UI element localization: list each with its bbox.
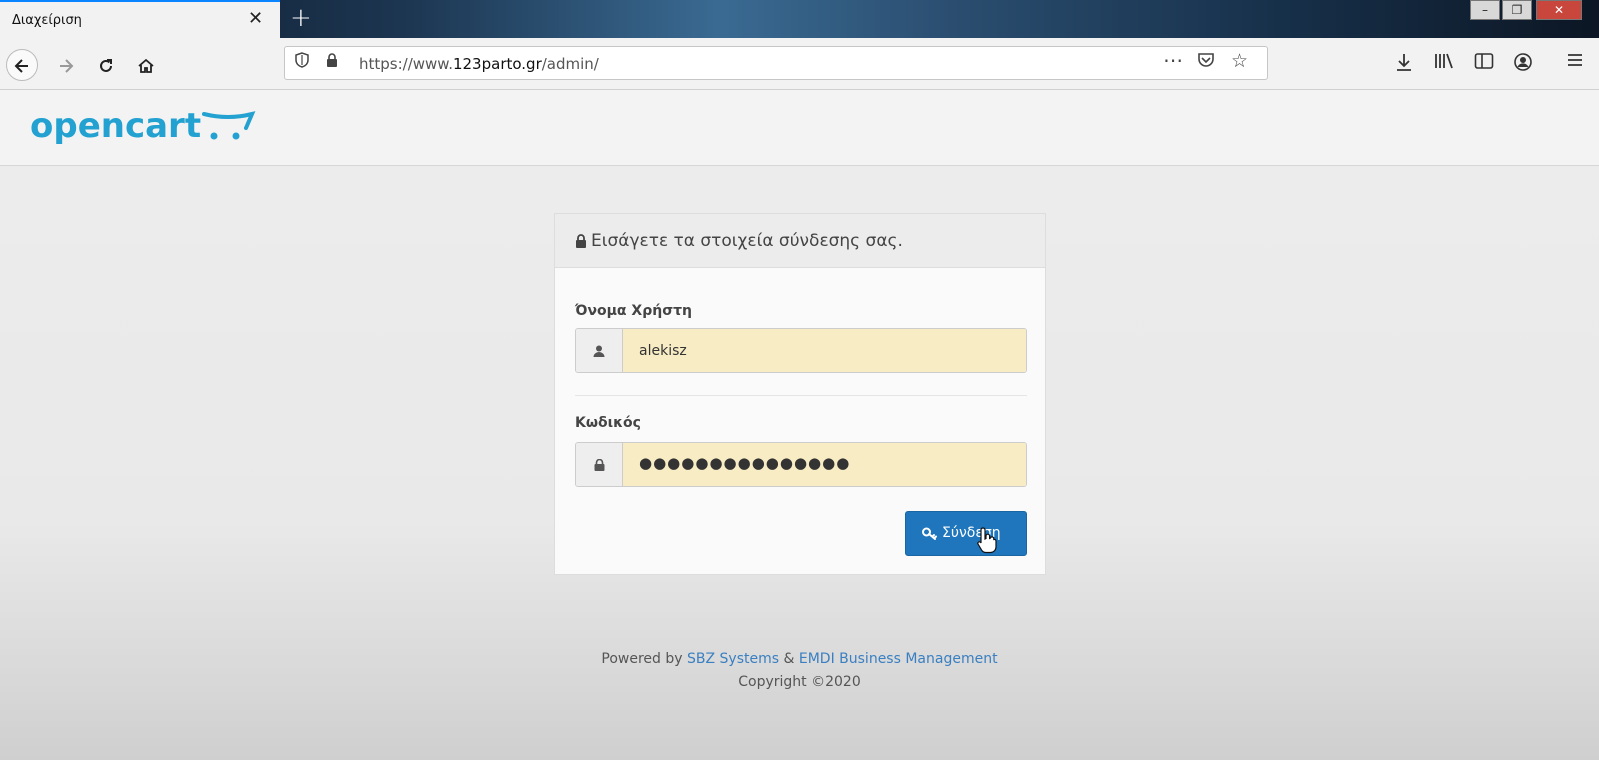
page-header: opencart (0, 90, 1599, 166)
back-arrow-icon (14, 58, 28, 73)
back-button[interactable] (6, 49, 38, 81)
tab-close-icon[interactable]: ✕ (248, 9, 263, 29)
password-addon (576, 443, 623, 486)
more-icon[interactable]: ⋯ (1163, 49, 1183, 71)
pocket-icon[interactable] (1197, 52, 1215, 74)
url-path: /admin/ (541, 55, 599, 73)
reload-icon (100, 58, 112, 72)
new-tab-button[interactable]: + (290, 2, 312, 34)
opencart-logo[interactable]: opencart (30, 106, 201, 146)
hand-cursor-icon (977, 527, 997, 554)
login-button[interactable]: Σύνδεση (905, 511, 1027, 556)
shield-icon[interactable] (295, 52, 309, 74)
sbz-systems-link[interactable]: SBZ Systems (687, 651, 779, 667)
star-icon[interactable]: ☆ (1231, 50, 1248, 72)
lock-icon[interactable] (325, 52, 339, 74)
account-icon[interactable] (1513, 52, 1533, 78)
panel-heading: Εισάγετε τα στοιχεία σύνδεσης σας. (555, 214, 1045, 268)
nav-bar: https://www.123parto.gr/admin/ ⋯ ☆ (0, 38, 1599, 90)
maximize-button[interactable]: ❐ (1502, 0, 1532, 20)
forward-button[interactable] (50, 48, 82, 80)
powered-prefix: Powered by (601, 651, 687, 667)
footer-amp: & (779, 651, 799, 667)
password-label: Κωδικός (575, 415, 641, 431)
lock-icon (594, 459, 605, 471)
close-window-button[interactable]: ✕ (1536, 0, 1582, 20)
reload-button[interactable] (90, 48, 122, 80)
url-host: 123parto.gr (452, 55, 542, 73)
lock-icon (576, 234, 586, 248)
form-divider (575, 395, 1027, 396)
copyright-text: Copyright ©2020 (738, 674, 861, 690)
home-icon (138, 58, 154, 73)
home-button[interactable] (130, 48, 162, 80)
username-addon (576, 329, 623, 372)
library-icon[interactable] (1434, 52, 1454, 76)
login-panel: Εισάγετε τα στοιχεία σύνδεσης σας. Όνομα… (554, 213, 1046, 575)
key-icon (922, 527, 937, 540)
panel-title: Εισάγετε τα στοιχεία σύνδεσης σας. (591, 231, 903, 251)
password-mask: ●●●●●●●●●●●●●●● (639, 454, 851, 472)
password-input-group: ●●●●●●●●●●●●●●● (575, 442, 1027, 487)
sidebar-icon[interactable] (1474, 52, 1494, 76)
emdi-link[interactable]: EMDI Business Management (799, 651, 998, 667)
download-icon[interactable] (1395, 52, 1413, 78)
forward-arrow-icon (60, 58, 74, 73)
minimize-button[interactable]: – (1470, 0, 1500, 20)
username-input-group (575, 328, 1027, 373)
user-icon (593, 345, 605, 357)
menu-icon[interactable] (1566, 52, 1584, 74)
username-label: Όνομα Χρήστη (575, 303, 693, 319)
url-text[interactable]: https://www.123parto.gr/admin/ (359, 55, 599, 73)
active-tab[interactable]: Διαχείριση ✕ (0, 0, 280, 38)
footer: Powered by SBZ Systems & EMDI Business M… (0, 648, 1599, 694)
password-input[interactable]: ●●●●●●●●●●●●●●● (623, 443, 1026, 486)
tab-title: Διαχείριση (12, 13, 82, 28)
cart-logo-icon (202, 111, 256, 140)
powered-by-line: Powered by SBZ Systems & EMDI Business M… (0, 648, 1599, 671)
url-bar[interactable]: https://www.123parto.gr/admin/ ⋯ ☆ (284, 46, 1268, 80)
url-scheme: https://www. (359, 55, 453, 73)
username-input[interactable] (623, 329, 1026, 372)
tab-bar: Διαχείριση ✕ + – ❐ ✕ (0, 0, 1599, 38)
